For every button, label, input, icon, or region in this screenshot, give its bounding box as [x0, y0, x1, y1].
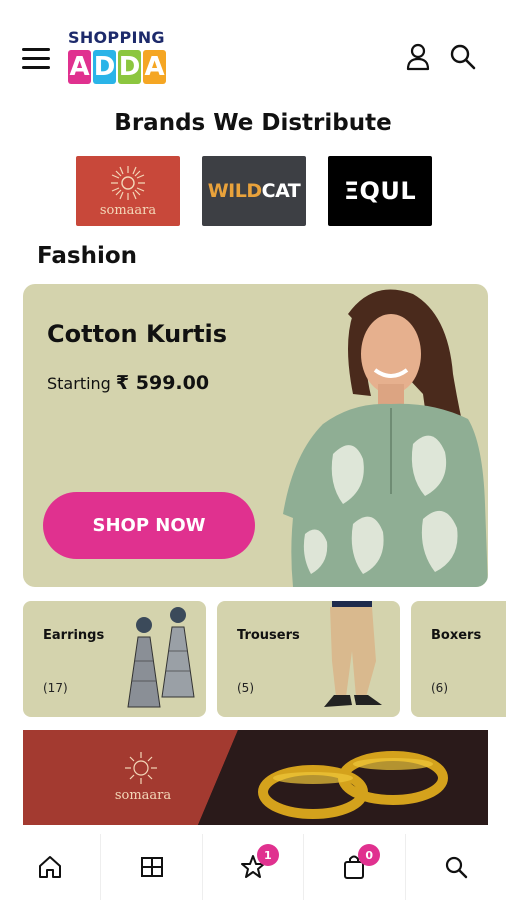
nav-cart[interactable]: 0 — [304, 834, 406, 900]
nav-wishlist[interactable]: 1 — [203, 834, 305, 900]
fashion-section-title: Fashion — [37, 243, 138, 269]
app-header: SHOPPING A D D A — [0, 28, 506, 96]
nav-search[interactable] — [406, 834, 506, 900]
nav-categories[interactable] — [101, 834, 203, 900]
category-count: (6) — [431, 681, 448, 695]
brands-row: somaara WILDCAT ΞQUL — [76, 156, 432, 226]
category-count: (5) — [237, 681, 254, 695]
home-icon — [39, 856, 62, 878]
brand-name: ΞQUL — [343, 177, 417, 205]
menu-icon-bar — [22, 57, 50, 60]
shop-now-button[interactable]: SHOP NOW — [43, 492, 255, 559]
logo-letters: A D D A — [68, 50, 178, 84]
brand-somaara[interactable]: somaara — [76, 156, 180, 226]
promo-banner-artwork — [23, 730, 488, 825]
logo-letter: A — [143, 50, 166, 84]
trousers-image — [324, 601, 382, 707]
category-name: Earrings — [43, 628, 105, 643]
cart-badge: 0 — [358, 844, 381, 866]
category-carousel[interactable]: Earrings (17) Trousers (5) Boxers (6) — [23, 601, 506, 717]
hero-banner[interactable]: Cotton Kurtis Starting ₹ 599.00 SHOP NOW — [23, 284, 488, 587]
model-kurti-image — [283, 289, 488, 587]
logo-top-text: SHOPPING — [68, 28, 165, 47]
category-name: Boxers — [431, 628, 482, 643]
account-button[interactable] — [404, 42, 432, 72]
logo-letter: D — [118, 50, 141, 84]
header-search-button[interactable] — [448, 42, 478, 72]
brand-name-part: CAT — [261, 180, 301, 202]
brand-name: somaara — [99, 203, 157, 218]
category-card-trousers[interactable]: Trousers (5) — [217, 601, 400, 717]
bottom-navigation: 1 0 — [0, 834, 506, 900]
somaara-promo-banner[interactable]: somaara — [23, 730, 488, 825]
search-icon — [445, 856, 468, 879]
promo-brand-name: somaara — [114, 788, 172, 803]
earrings-image — [127, 607, 195, 708]
hero-title: Cotton Kurtis — [47, 320, 228, 348]
brands-title: Brands We Distribute — [114, 110, 392, 136]
category-name: Trousers — [237, 628, 300, 643]
price-value: ₹ 599.00 — [115, 372, 210, 394]
logo-letter: A — [68, 50, 91, 84]
search-icon — [450, 44, 476, 70]
somaara-sun-logo — [111, 166, 145, 200]
category-count: (17) — [43, 681, 68, 695]
menu-icon-bar — [22, 48, 50, 51]
wishlist-badge: 1 — [256, 844, 279, 866]
brand-equl[interactable]: ΞQUL — [328, 156, 432, 226]
brand-name-part: WILD — [207, 180, 262, 202]
hero-price: Starting ₹ 599.00 — [47, 372, 209, 394]
nav-home[interactable] — [0, 834, 102, 900]
menu-button[interactable] — [22, 48, 50, 72]
logo-letter: D — [93, 50, 116, 84]
brand-name: WILDCAT — [208, 180, 301, 202]
category-card-earrings[interactable]: Earrings (17) — [23, 601, 206, 717]
price-prefix: Starting — [47, 374, 116, 393]
brand-wildcat[interactable]: WILDCAT — [202, 156, 306, 226]
grid-icon — [140, 857, 163, 877]
user-icon — [406, 43, 430, 71]
shopping-adda-logo[interactable]: SHOPPING A D D A — [68, 28, 178, 94]
menu-icon-bar — [22, 66, 50, 69]
category-card-boxers[interactable]: Boxers (6) — [411, 601, 506, 717]
